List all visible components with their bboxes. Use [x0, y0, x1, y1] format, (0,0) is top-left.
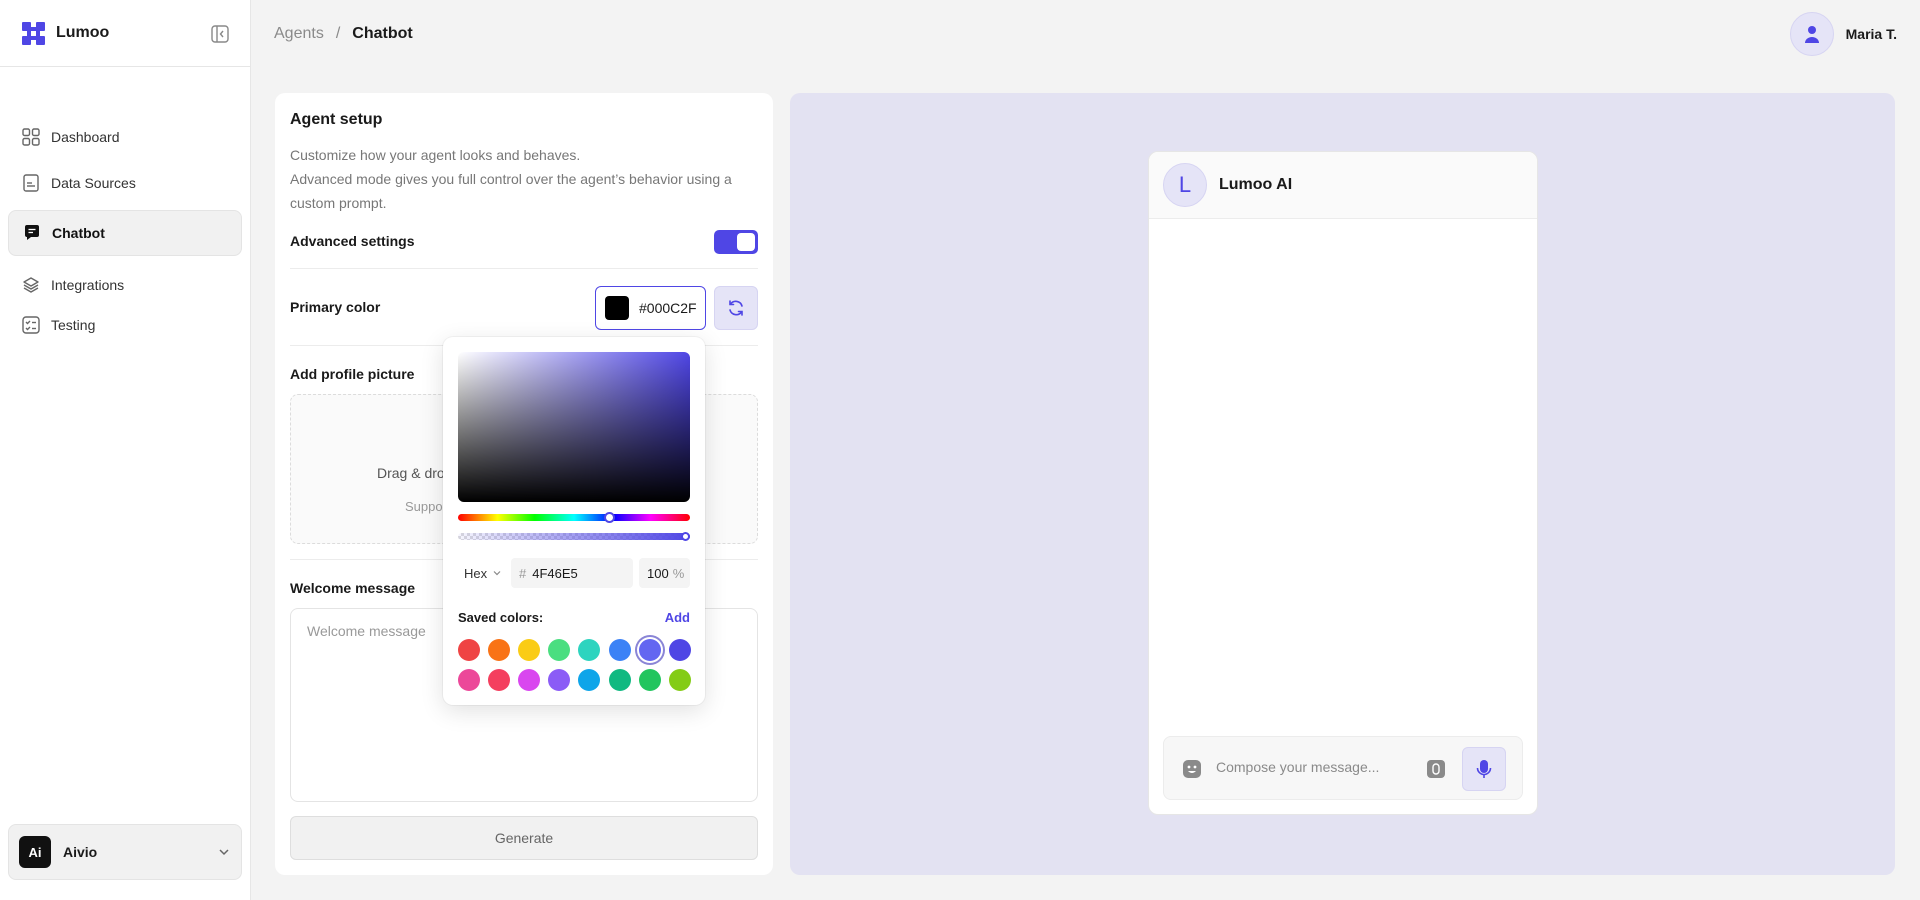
toggle-knob — [737, 233, 755, 251]
workspace-name: Aivio — [63, 844, 98, 860]
breadcrumb-agents[interactable]: Agents — [274, 25, 324, 43]
sidebar-item-label: Integrations — [51, 277, 125, 293]
chevron-down-icon — [493, 571, 501, 576]
color-picker-popover: Hex # 4F46E5 100 % Saved colors: Add — [443, 337, 705, 705]
saved-color-swatch[interactable] — [458, 669, 480, 691]
hex-prefix: # — [519, 565, 527, 581]
workspace-badge: Ai — [19, 836, 51, 868]
saved-color-swatch[interactable] — [608, 639, 631, 661]
saved-color-swatch[interactable] — [578, 669, 601, 691]
description-line: Customize how your agent looks and behav… — [290, 147, 581, 163]
saved-color-swatch[interactable] — [488, 639, 511, 661]
chat-preview-panel: L Lumoo AI Compose your message... — [790, 93, 1895, 875]
color-format-value: Hex — [464, 565, 488, 581]
sidebar-item-label: Chatbot — [52, 225, 105, 241]
saved-color-swatch[interactable] — [518, 669, 541, 691]
sidebar: Lumoo Dashboard Data Sources Chatbot Int… — [0, 0, 251, 900]
alpha-value: 100 — [647, 565, 669, 581]
microphone-icon — [1476, 760, 1492, 778]
emoji-icon[interactable] — [1182, 759, 1202, 779]
saved-color-swatch[interactable] — [458, 639, 480, 661]
saved-color-swatch[interactable] — [668, 639, 691, 661]
sidebar-item-label: Testing — [51, 317, 96, 333]
reset-color-button[interactable] — [714, 286, 758, 330]
lumoo-logo-icon — [22, 21, 45, 45]
chevron-down-icon — [219, 849, 229, 856]
alpha-input[interactable]: 100 % — [639, 558, 690, 588]
top-header: Agents / Chatbot Maria T. — [251, 0, 1920, 67]
saved-color-swatch[interactable] — [578, 639, 601, 661]
dropzone-subtext: Suppo — [405, 499, 443, 514]
dropzone-text: Drag & dro — [377, 465, 445, 481]
profile-picture-label: Add profile picture — [290, 366, 415, 382]
divider — [290, 268, 758, 269]
sidebar-item-chatbot[interactable]: Chatbot — [8, 210, 242, 256]
breadcrumb-current: Chatbot — [352, 24, 413, 42]
message-composer: Compose your message... — [1163, 736, 1523, 800]
user-menu[interactable]: Maria T. — [1789, 12, 1897, 56]
sidebar-item-label: Dashboard — [51, 129, 120, 145]
welcome-message-label: Welcome message — [290, 580, 416, 596]
saved-color-swatch[interactable] — [548, 639, 571, 661]
add-saved-color-button[interactable]: Add — [665, 610, 690, 625]
workspace-switcher[interactable]: Ai Aivio — [8, 824, 242, 880]
hue-slider[interactable] — [458, 514, 690, 521]
saved-color-swatch[interactable] — [548, 669, 571, 691]
collapse-sidebar-icon[interactable] — [210, 24, 230, 44]
color-format-select[interactable]: Hex — [458, 558, 506, 588]
sidebar-item-testing[interactable]: Testing — [8, 302, 242, 348]
advanced-settings-label: Advanced settings — [290, 233, 415, 249]
color-swatch — [605, 296, 629, 320]
microphone-button[interactable] — [1462, 747, 1506, 791]
chat-widget: L Lumoo AI Compose your message... — [1148, 151, 1538, 815]
document-icon — [21, 173, 41, 193]
hex-input[interactable]: # 4F46E5 — [511, 558, 633, 588]
sidebar-nav: Dashboard Data Sources Chatbot Integrati… — [8, 114, 242, 348]
chat-icon — [22, 223, 42, 243]
alpha-slider[interactable] — [458, 533, 690, 540]
hue-slider-thumb[interactable] — [604, 512, 615, 523]
breadcrumb-separator: / — [335, 24, 341, 42]
attachment-icon[interactable] — [1426, 759, 1446, 779]
brand: Lumoo — [0, 0, 250, 67]
sidebar-item-dashboard[interactable]: Dashboard — [8, 114, 242, 160]
card-description: Customize how your agent looks and behav… — [290, 143, 750, 215]
saved-color-swatch[interactable] — [608, 669, 631, 691]
primary-color-input[interactable]: #000C2F — [595, 286, 706, 330]
agent-name: Lumoo AI — [1219, 176, 1293, 193]
saturation-area[interactable] — [458, 352, 690, 502]
primary-color-label: Primary color — [290, 299, 381, 315]
saved-colors-label: Saved colors: — [458, 610, 544, 625]
composer-input[interactable]: Compose your message... — [1216, 759, 1379, 775]
saved-color-swatch[interactable] — [488, 669, 511, 691]
saved-color-swatch[interactable] — [638, 639, 661, 661]
hex-value: 4F46E5 — [532, 565, 578, 581]
card-title: Agent setup — [290, 111, 383, 128]
description-line: Advanced mode gives you full control ove… — [290, 171, 732, 211]
user-name: Maria T. — [1845, 26, 1897, 42]
chat-header: L Lumoo AI — [1149, 152, 1537, 219]
checklist-icon — [21, 315, 41, 335]
sidebar-item-label: Data Sources — [51, 175, 136, 191]
grid-icon — [21, 127, 41, 147]
alpha-slider-thumb[interactable] — [681, 532, 690, 541]
generate-button[interactable]: Generate — [290, 816, 758, 860]
saved-color-swatch[interactable] — [668, 669, 691, 691]
alpha-unit: % — [672, 565, 685, 581]
layers-icon — [21, 275, 41, 295]
user-icon — [1804, 26, 1819, 43]
refresh-icon — [729, 300, 743, 316]
primary-color-value: #000C2F — [639, 300, 697, 316]
avatar — [1789, 12, 1834, 56]
advanced-settings-toggle[interactable] — [714, 230, 758, 254]
app-name: Lumoo — [56, 24, 110, 41]
saved-color-swatch[interactable] — [638, 669, 661, 691]
saved-color-swatch[interactable] — [518, 639, 541, 661]
sidebar-item-data-sources[interactable]: Data Sources — [8, 160, 242, 206]
agent-avatar: L — [1163, 163, 1207, 207]
